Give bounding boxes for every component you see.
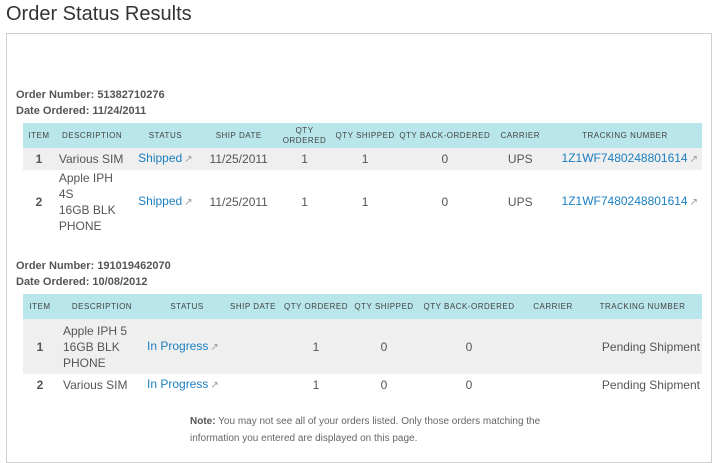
col-tracking-number: TRACKING NUMBER bbox=[583, 294, 702, 319]
external-link-icon: ↗ bbox=[210, 380, 219, 391]
tracking-number: 1Z1WF7480248801614 ↗ bbox=[547, 148, 702, 170]
item-description: Apple IPH 5 16GB BLK PHONE bbox=[57, 319, 147, 374]
carrier: UPS bbox=[507, 195, 533, 209]
item-status: In Progress ↗ bbox=[147, 319, 227, 374]
carrier bbox=[523, 319, 583, 374]
qty-shipped: 1 bbox=[361, 195, 369, 209]
item-description: Apple IPH 4S 16GB BLK PHONE bbox=[58, 171, 116, 233]
qty-back-ordered: 0 bbox=[397, 148, 493, 170]
col-ship-date: SHIP DATE bbox=[227, 294, 279, 319]
tracking-link[interactable]: 1Z1WF7480248801614 bbox=[562, 194, 688, 208]
qty-shipped: 0 bbox=[380, 378, 388, 392]
status-link[interactable]: In Progress bbox=[147, 377, 208, 391]
col-qty-shipped: QTY SHIPPED bbox=[353, 294, 415, 319]
external-link-icon: ↗ bbox=[689, 197, 698, 208]
status-link[interactable]: In Progress bbox=[147, 339, 208, 353]
status-link[interactable]: Shipped bbox=[138, 151, 182, 165]
col-description: DESCRIPTION bbox=[57, 294, 147, 319]
ship-date: 11/25/2011 bbox=[209, 195, 268, 209]
external-link-icon: ↗ bbox=[184, 197, 193, 208]
order-2-number: Order Number: 191019462070 bbox=[16, 260, 171, 272]
item-status: Shipped ↗ bbox=[129, 148, 202, 170]
item-status: Shipped ↗ bbox=[129, 170, 201, 234]
qty-shipped: 1 bbox=[333, 148, 397, 170]
order-1-meta: Order Number: 51382710276 Date Ordered: … bbox=[16, 87, 165, 119]
order-1-number: Order Number: 51382710276 bbox=[16, 89, 165, 101]
col-item: ITEM bbox=[23, 294, 57, 319]
table-row: 1 Various SIM Shipped ↗ 11/25/2011 1 1 0 … bbox=[23, 148, 702, 170]
note-label: Note: bbox=[190, 416, 216, 427]
carrier bbox=[523, 374, 583, 396]
col-item: ITEM bbox=[23, 123, 55, 148]
col-qty-back-ordered: QTY BACK-ORDERED bbox=[397, 123, 493, 148]
carrier: UPS bbox=[492, 148, 548, 170]
table-row: 1 Apple IPH 5 16GB BLK PHONE In Progress… bbox=[23, 319, 702, 374]
tracking-link[interactable]: 1Z1WF7480248801614 bbox=[562, 151, 688, 165]
qty-ordered: 1 bbox=[279, 319, 353, 374]
ship-date bbox=[227, 374, 279, 396]
item-description: Various SIM bbox=[54, 148, 130, 170]
item-number: 2 bbox=[35, 195, 43, 209]
col-carrier: CARRIER bbox=[523, 294, 583, 319]
tracking-number: Pending Shipment bbox=[583, 319, 702, 374]
table-row: 2 Apple IPH 4S 16GB BLK PHONE Shipped ↗ 1… bbox=[23, 170, 702, 234]
item-description: Various SIM bbox=[63, 378, 128, 392]
orders-note: Note: You may not see all of your orders… bbox=[190, 413, 590, 447]
order-2-meta: Order Number: 191019462070 Date Ordered:… bbox=[16, 258, 171, 290]
col-qty-ordered: QTY ORDERED bbox=[279, 294, 353, 319]
col-ship-date: SHIP DATE bbox=[201, 123, 276, 148]
ship-date bbox=[227, 319, 279, 374]
col-qty-shipped: QTY SHIPPED bbox=[333, 123, 397, 148]
tracking-number: Pending Shipment bbox=[601, 378, 700, 392]
item-number: 1 bbox=[23, 148, 55, 170]
note-text: You may not see all of your orders liste… bbox=[190, 416, 541, 444]
col-qty-ordered: QTY ORDERED bbox=[275, 123, 334, 148]
order-2-table: ITEM DESCRIPTION STATUS SHIP DATE QTY OR… bbox=[23, 294, 702, 396]
external-link-icon: ↗ bbox=[210, 341, 219, 353]
qty-back-ordered: 0 bbox=[441, 195, 449, 209]
col-carrier: CARRIER bbox=[492, 123, 548, 148]
ship-date: 11/25/2011 bbox=[201, 148, 276, 170]
order-1-date: Date Ordered: 11/24/2011 bbox=[16, 105, 147, 117]
table-row: 2 Various SIM In Progress ↗ 1 0 0 Pending… bbox=[23, 374, 702, 396]
col-qty-back-ordered: QTY BACK-ORDERED bbox=[415, 294, 523, 319]
col-status: STATUS bbox=[147, 294, 227, 319]
order-1-table: ITEM DESCRIPTION STATUS SHIP DATE QTY OR… bbox=[23, 123, 702, 234]
qty-ordered: 1 bbox=[301, 195, 308, 209]
qty-ordered: 1 bbox=[275, 148, 334, 170]
item-number: 2 bbox=[36, 378, 44, 392]
qty-ordered: 1 bbox=[312, 378, 320, 392]
item-status: In Progress ↗ bbox=[147, 374, 227, 396]
order-2-header-row: ITEM DESCRIPTION STATUS SHIP DATE QTY OR… bbox=[23, 294, 702, 319]
status-link[interactable]: Shipped bbox=[138, 194, 182, 208]
order-1-header-row: ITEM DESCRIPTION STATUS SHIP DATE QTY OR… bbox=[23, 123, 702, 148]
col-description: DESCRIPTION bbox=[54, 123, 130, 148]
qty-back-ordered: 0 bbox=[465, 378, 473, 392]
qty-shipped: 0 bbox=[353, 319, 415, 374]
external-link-icon: ↗ bbox=[689, 154, 698, 165]
col-tracking-number: TRACKING NUMBER bbox=[547, 123, 702, 148]
order-2-date: Date Ordered: 10/08/2012 bbox=[16, 276, 148, 288]
col-status: STATUS bbox=[129, 123, 202, 148]
external-link-icon: ↗ bbox=[184, 154, 193, 165]
page-title: Order Status Results bbox=[6, 3, 192, 25]
qty-back-ordered: 0 bbox=[415, 319, 523, 374]
tracking-number: 1Z1WF7480248801614 ↗ bbox=[548, 170, 702, 234]
item-number: 1 bbox=[23, 319, 57, 374]
